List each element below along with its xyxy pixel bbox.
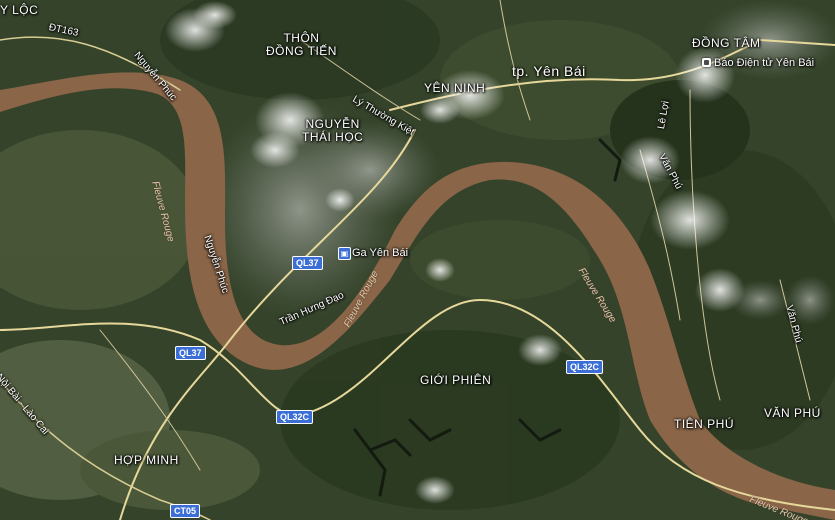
shield-ql37-b: QL37 <box>175 346 206 360</box>
news-office-icon[interactable] <box>702 58 711 67</box>
place-nguyen-thai-hoc-line2: THÁI HỌC <box>302 130 364 145</box>
shield-ct05: CT05 <box>170 504 201 518</box>
place-tien-phu: TIÊN PHÚ <box>674 417 735 431</box>
place-thon-dong-tien: THÔN ĐỒNG TIẾN <box>266 31 337 59</box>
shield-ql32c-b: QL32C <box>276 410 314 424</box>
poi-ga-yen-bai[interactable]: Ga Yên Bái <box>352 247 408 259</box>
shield-ql37-a: QL37 <box>292 256 323 270</box>
place-hop-minh: HỢP MINH <box>114 453 179 467</box>
city-yen-bai[interactable]: tp. Yên Bái <box>512 63 586 79</box>
map-imagery <box>0 0 835 520</box>
place-dong-tam: ĐỒNG TÂM <box>692 36 761 50</box>
place-nguyen-thai-hoc: NGUYỄN THÁI HỌC <box>302 117 364 145</box>
satellite-map[interactable]: Fleuve Rouge Fleuve Rouge Fleuve Rouge F… <box>0 0 835 520</box>
poi-bao-dien-tu[interactable]: Báo Điện tử Yên Bái <box>714 57 814 69</box>
place-van-phu: VĂN PHÚ <box>764 406 821 420</box>
place-thon-dong-tien-line2: ĐỒNG TIẾN <box>266 44 337 59</box>
shield-ql32c-a: QL32C <box>566 360 604 374</box>
place-gioi-phien: GIỚI PHIÊN <box>420 373 492 387</box>
place-yen-ninh: YÊN NINH <box>424 81 486 95</box>
place-y-loc: Y LỘC <box>0 3 39 17</box>
train-station-icon[interactable]: ▣ <box>338 247 351 260</box>
